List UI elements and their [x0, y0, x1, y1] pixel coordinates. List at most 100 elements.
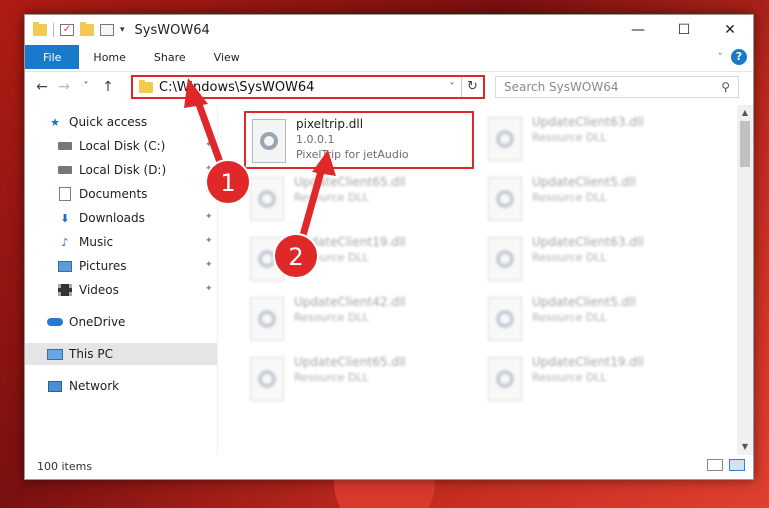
back-button[interactable]: ←: [31, 79, 53, 95]
dll-file-icon: [488, 297, 522, 341]
sidebar-item-label: Videos: [79, 283, 119, 297]
file-name: pixeltrip.dll: [296, 117, 364, 131]
quick-access-toolbar: ✓ ▾: [33, 22, 125, 37]
ribbon-right: ˅ ?: [718, 49, 747, 65]
computer-icon: [47, 347, 63, 361]
dll-file-icon: [488, 357, 522, 401]
sidebar-item-this-pc[interactable]: This PC: [25, 343, 217, 365]
search-input[interactable]: [504, 80, 722, 94]
list-item[interactable]: UpdateClient65.dll Resource DLL: [244, 171, 474, 229]
list-item[interactable]: UpdateClient19.dll Resource DLL: [244, 231, 474, 289]
file-description: Resource DLL: [294, 191, 369, 204]
pin-icon: ✦: [205, 236, 213, 246]
search-box[interactable]: ⚲: [495, 76, 739, 98]
tab-home[interactable]: Home: [79, 45, 139, 69]
list-item[interactable]: UpdateClient63.dll Resource DLL: [482, 231, 712, 289]
dll-file-icon: [250, 297, 284, 341]
list-item[interactable]: UpdateClient19.dll Resource DLL: [482, 351, 712, 409]
sidebar-item-label: Downloads: [79, 211, 145, 225]
tab-share[interactable]: Share: [140, 45, 200, 69]
scroll-thumb[interactable]: [740, 121, 750, 167]
list-item[interactable]: UpdateClient42.dll Resource DLL: [244, 291, 474, 349]
dll-file-icon: [250, 177, 284, 221]
properties-check-icon[interactable]: ✓: [60, 24, 74, 36]
view-switcher: [707, 459, 745, 471]
download-icon: ⬇: [60, 211, 70, 225]
cloud-icon: [47, 315, 63, 329]
forward-button[interactable]: →: [53, 79, 75, 95]
list-item[interactable]: UpdateClient63.dll Resource DLL: [482, 111, 712, 169]
status-bar: 100 items: [25, 453, 753, 479]
star-icon: ★: [50, 115, 60, 129]
sidebar-item-documents[interactable]: Documents ✦: [25, 183, 217, 205]
dll-file-icon: [252, 119, 286, 163]
list-item[interactable]: UpdateClient5.dll Resource DLL: [482, 171, 712, 229]
navigation-pane: ★ Quick access Local Disk (C:) ✦ Local D…: [25, 105, 217, 455]
sidebar-item-onedrive[interactable]: OneDrive: [25, 311, 217, 333]
file-description: Resource DLL: [532, 131, 607, 144]
close-button[interactable]: ✕: [707, 15, 753, 45]
sidebar-item-local-disk-c[interactable]: Local Disk (C:) ✦: [25, 135, 217, 157]
tab-view[interactable]: View: [200, 45, 254, 69]
file-name: UpdateClient19.dll: [294, 235, 406, 249]
details-view-icon[interactable]: [707, 459, 723, 471]
list-item[interactable]: UpdateClient65.dll Resource DLL: [244, 351, 474, 409]
sidebar-item-downloads[interactable]: ⬇ Downloads ✦: [25, 207, 217, 229]
window-title: SysWOW64: [134, 22, 210, 38]
refresh-button[interactable]: ↻: [461, 77, 483, 97]
file-description: Resource DLL: [294, 251, 369, 264]
drive-icon: [57, 163, 73, 177]
folder-icon: [139, 79, 153, 93]
sidebar-item-label: Local Disk (D:): [79, 163, 167, 177]
file-name: UpdateClient19.dll: [532, 355, 644, 369]
documents-icon: [57, 187, 73, 201]
expand-ribbon-icon[interactable]: ˅: [718, 51, 724, 64]
file-name: UpdateClient63.dll: [532, 115, 644, 129]
sidebar-item-quick-access[interactable]: ★ Quick access: [25, 111, 217, 133]
new-folder-icon[interactable]: [80, 22, 94, 36]
file-description: Resource DLL: [532, 311, 607, 324]
sidebar-item-videos[interactable]: Videos ✦: [25, 279, 217, 301]
file-description: Resource DLL: [294, 311, 369, 324]
dll-file-icon: [488, 177, 522, 221]
list-item[interactable]: pixeltrip.dll 1.0.0.1 PixelTrip for jetA…: [244, 111, 474, 169]
sidebar-item-label: This PC: [69, 347, 113, 361]
tab-file[interactable]: File: [25, 45, 80, 69]
large-icons-view-icon[interactable]: [729, 459, 745, 471]
item-count: 100 items: [37, 459, 93, 473]
search-icon[interactable]: ⚲: [721, 80, 730, 94]
chevron-down-icon[interactable]: ˅: [443, 82, 461, 93]
sidebar-item-label: Network: [69, 379, 120, 393]
recent-locations-button[interactable]: ˅: [75, 81, 97, 92]
help-icon[interactable]: ?: [731, 49, 747, 65]
address-text[interactable]: C:\Windows\SysWOW64: [159, 80, 443, 95]
dll-file-icon: [250, 237, 284, 281]
file-name: UpdateClient5.dll: [532, 175, 636, 189]
up-button[interactable]: ↑: [97, 79, 119, 95]
dll-file-icon: [488, 237, 522, 281]
sidebar-item-pictures[interactable]: Pictures ✦: [25, 255, 217, 277]
file-name: UpdateClient65.dll: [294, 355, 406, 369]
sidebar-item-music[interactable]: ♪ Music ✦: [25, 231, 217, 253]
dll-file-icon: [488, 117, 522, 161]
customize-icon[interactable]: [100, 24, 114, 36]
sidebar-item-local-disk-d[interactable]: Local Disk (D:) ✦: [25, 159, 217, 181]
list-item[interactable]: UpdateClient5.dll Resource DLL: [482, 291, 712, 349]
minimize-button[interactable]: —: [615, 15, 661, 45]
file-name: UpdateClient63.dll: [532, 235, 644, 249]
ribbon-tabs: File Home Share View ˅ ?: [25, 45, 753, 69]
scroll-up-icon[interactable]: ▲: [737, 105, 753, 121]
pin-icon: ✦: [205, 140, 213, 150]
file-version: 1.0.0.1: [296, 133, 335, 146]
maximize-button[interactable]: ☐: [661, 15, 707, 45]
sidebar-item-label: Pictures: [79, 259, 127, 273]
vertical-scrollbar[interactable]: ▲ ▼: [737, 105, 753, 455]
sidebar-item-label: Local Disk (C:): [79, 139, 166, 153]
file-name: UpdateClient42.dll: [294, 295, 406, 309]
music-icon: ♪: [61, 235, 69, 249]
explorer-window: ✓ ▾ SysWOW64 — ☐ ✕ File Home Share View …: [24, 14, 754, 480]
sidebar-item-network[interactable]: Network: [25, 375, 217, 397]
chevron-down-icon[interactable]: ▾: [120, 25, 125, 35]
address-bar[interactable]: C:\Windows\SysWOW64 ˅ ↻: [131, 75, 485, 99]
file-description: Resource DLL: [532, 251, 607, 264]
